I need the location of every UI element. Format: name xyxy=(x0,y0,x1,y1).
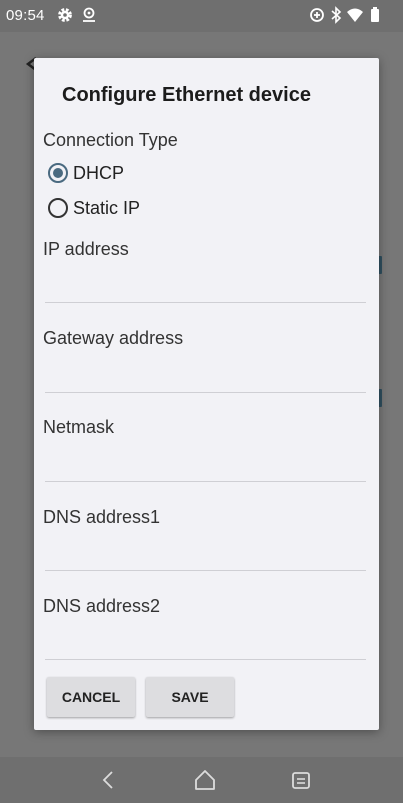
home-icon[interactable] xyxy=(192,767,218,793)
dns-address2-field[interactable] xyxy=(45,630,366,660)
dns-address1-field[interactable] xyxy=(45,541,366,571)
connection-type-label: Connection Type xyxy=(43,130,178,150)
radio-static-ip-label: Static IP xyxy=(73,197,141,218)
dialog-title: Configure Ethernet device xyxy=(62,84,311,106)
location-icon xyxy=(83,7,95,22)
back-icon[interactable] xyxy=(96,767,122,793)
ip-address-field[interactable] xyxy=(45,273,366,303)
netmask-field[interactable] xyxy=(45,452,366,482)
configure-ethernet-dialog: Configure Ethernet device Connection Typ… xyxy=(34,58,379,730)
dns-address2-label: DNS address2 xyxy=(43,596,161,616)
cancel-button[interactable]: CANCEL xyxy=(47,677,135,717)
save-button[interactable]: SAVE xyxy=(146,677,234,717)
ip-address-label: IP address xyxy=(43,239,129,259)
radio-checked-icon xyxy=(48,163,68,183)
recents-icon[interactable] xyxy=(288,767,314,793)
bluetooth-icon xyxy=(331,6,342,24)
dns-address1-label: DNS address1 xyxy=(43,507,161,527)
settings-icon xyxy=(58,8,72,22)
gateway-address-field[interactable] xyxy=(45,363,366,393)
radio-dhcp-label: DHCP xyxy=(73,162,125,183)
radio-dhcp[interactable]: DHCP xyxy=(48,160,124,186)
wifi-icon xyxy=(347,8,363,22)
radio-unchecked-icon xyxy=(48,198,68,218)
radio-static-ip[interactable]: Static IP xyxy=(48,195,140,221)
netmask-label: Netmask xyxy=(43,417,115,437)
navigation-bar xyxy=(0,757,403,803)
battery-icon xyxy=(371,7,379,22)
status-bar: 09:54 xyxy=(0,0,403,32)
gateway-address-label: Gateway address xyxy=(43,328,184,348)
status-time: 09:54 xyxy=(6,7,45,24)
data-saver-icon xyxy=(310,8,324,22)
